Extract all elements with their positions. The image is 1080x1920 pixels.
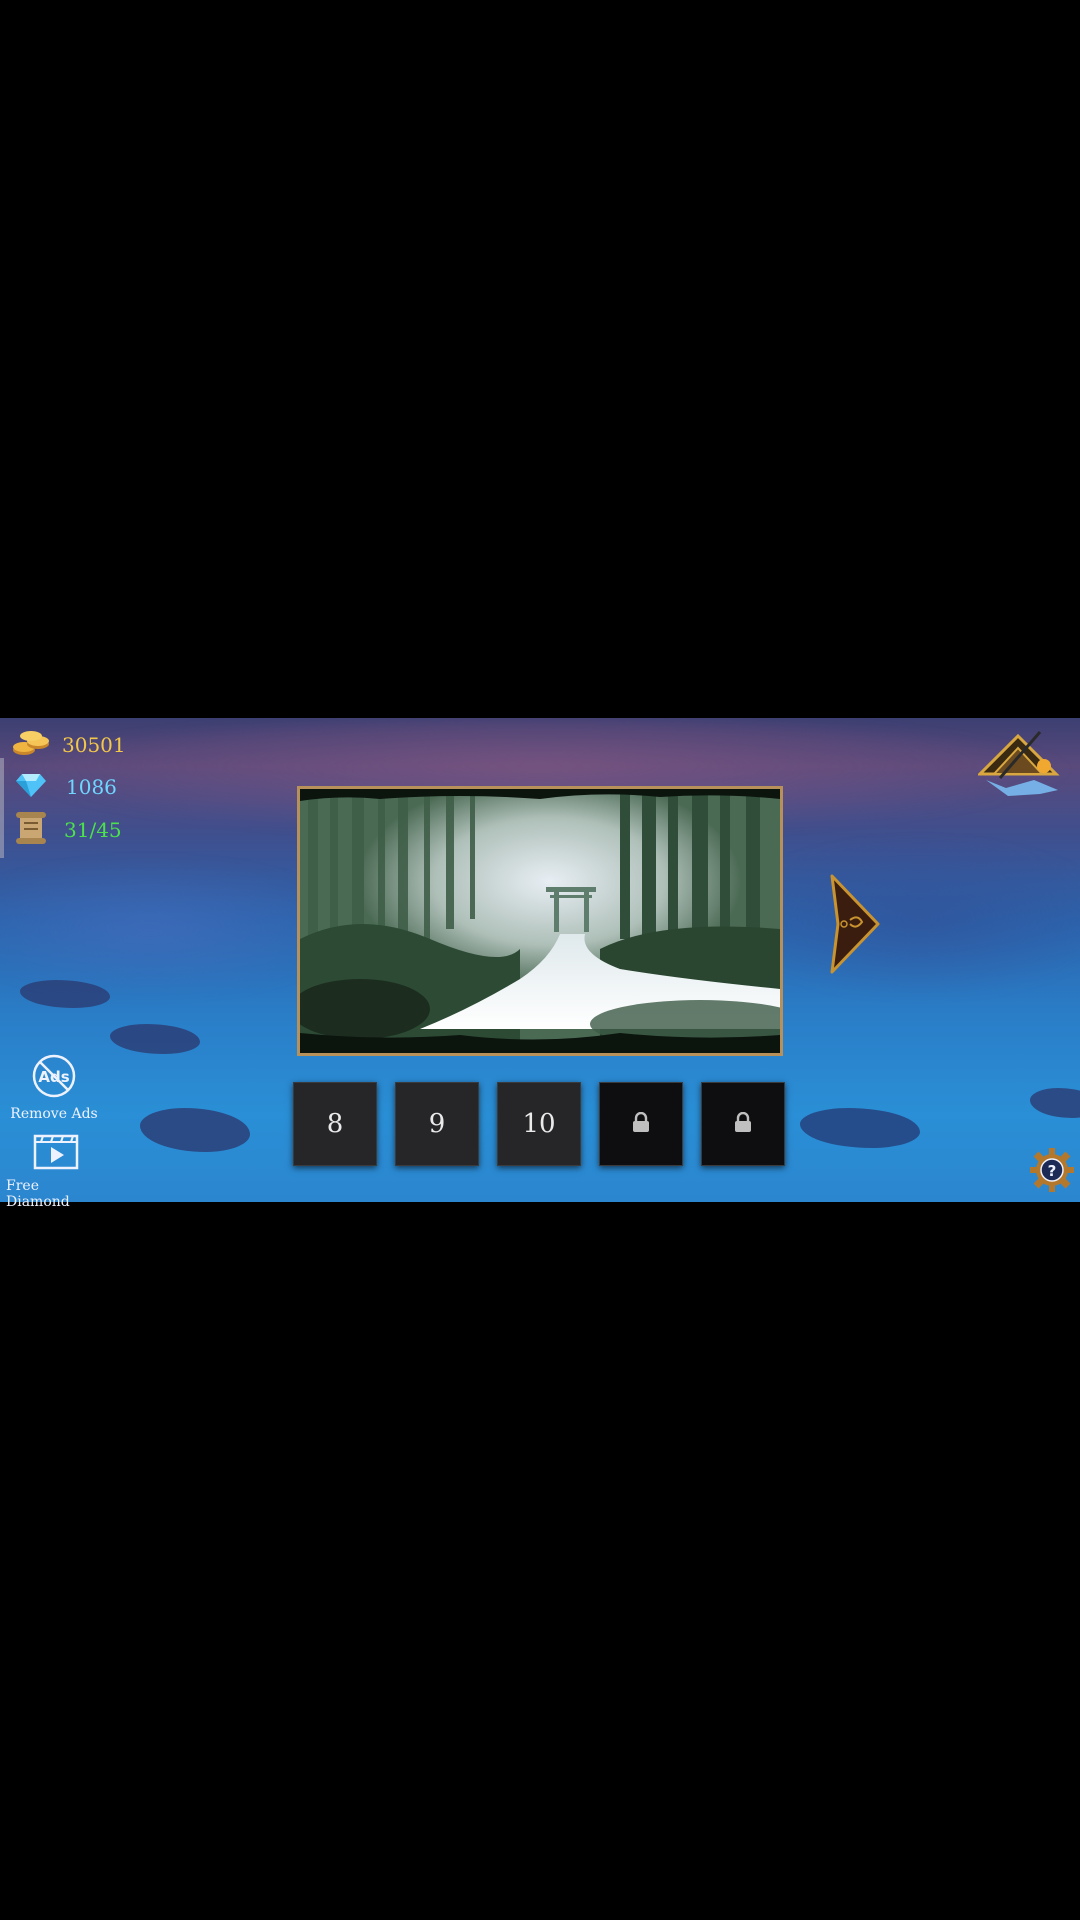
svg-text:Ads: Ads [38,1068,69,1086]
coins-counter: 30501 [12,728,126,762]
level-tile-locked[interactable] [599,1082,683,1166]
free-diamond-button[interactable]: Free Diamond [6,1134,106,1210]
scroll-icon [14,810,48,850]
no-ads-icon: Ads [32,1054,76,1102]
scene-picture-frame[interactable] [297,786,783,1056]
level-tile-9[interactable]: 9 [395,1082,479,1166]
remove-ads-label: Remove Ads [10,1106,98,1122]
diamonds-counter: 1086 [12,772,117,802]
video-play-icon [33,1134,79,1174]
gear-help-icon: ? [1030,1148,1074,1192]
next-arrow-icon [830,874,880,974]
bamboo-forest-gate-scene [300,789,780,1053]
coin-stack-icon [12,728,50,762]
free-diamond-label: Free Diamond [6,1178,70,1210]
settings-button[interactable]: ? [1030,1148,1074,1192]
next-arrow-button[interactable] [828,872,880,976]
level-tile-locked[interactable] [701,1082,785,1166]
level-tile-8[interactable]: 8 [293,1082,377,1166]
scrolls-value: 31/45 [64,818,122,842]
svg-text:?: ? [1048,1162,1057,1180]
coins-value: 30501 [62,733,126,757]
scrolls-counter: 31/45 [12,810,122,850]
remove-ads-button[interactable]: Ads Remove Ads [4,1054,104,1122]
level-label: 8 [326,1109,344,1139]
level-tile-10[interactable]: 10 [497,1082,581,1166]
hud-edge-strip [0,758,4,858]
level-label: 10 [522,1109,556,1139]
game-logo[interactable] [976,730,1064,800]
diamond-icon [16,772,46,802]
level-label: 9 [428,1109,446,1139]
diamonds-value: 1086 [66,775,117,799]
lock-icon [632,1109,650,1139]
lock-icon [734,1109,752,1139]
